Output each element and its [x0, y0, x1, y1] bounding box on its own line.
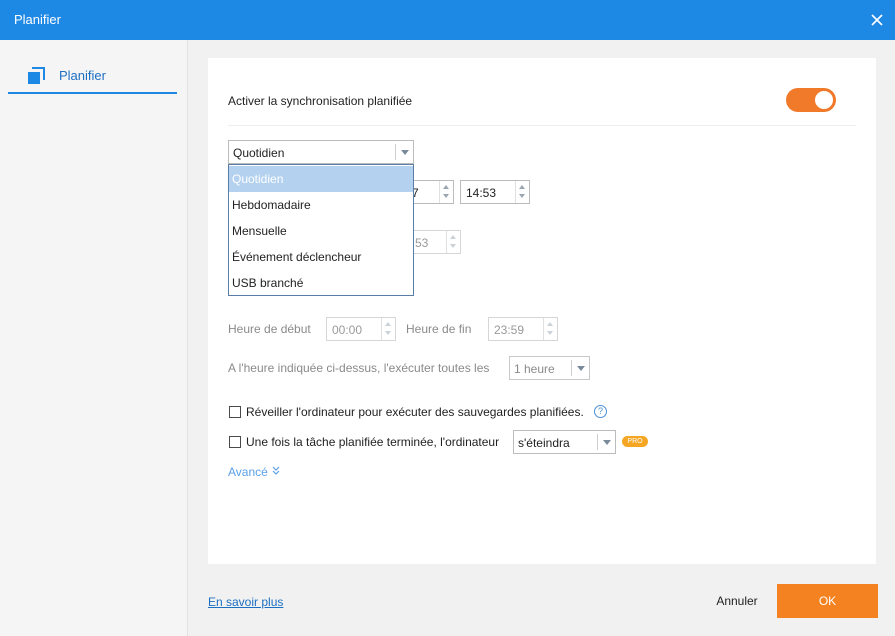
wake-computer-label: Réveiller l'ordinateur pour exécuter des… — [246, 405, 584, 419]
spinner-buttons[interactable] — [543, 318, 557, 340]
start-time-label: Heure de début — [228, 322, 311, 336]
divider — [228, 125, 856, 126]
ok-button[interactable]: OK — [777, 584, 878, 618]
wake-computer-checkbox[interactable] — [229, 406, 241, 418]
start-time-value: 00:00 — [332, 323, 363, 337]
enable-schedule-toggle[interactable] — [786, 88, 836, 112]
chevron-down-icon[interactable] — [597, 434, 615, 450]
frequency-option-quotidien[interactable]: Quotidien — [229, 166, 413, 192]
copy-icon — [26, 66, 46, 86]
advanced-link[interactable]: Avancé — [228, 465, 281, 479]
frequency-dropdown-list: Quotidien Hebdomadaire Mensuelle Événeme… — [228, 164, 414, 296]
spinner-buttons[interactable] — [381, 318, 395, 340]
frequency-option-usb[interactable]: USB branché — [229, 270, 413, 296]
frequency-value: Quotidien — [233, 146, 285, 160]
close-icon[interactable] — [867, 10, 887, 30]
after-task-select[interactable]: s'éteindra — [513, 430, 616, 454]
after-task-label: Une fois la tâche planifiée terminée, l'… — [246, 435, 500, 449]
second-time-value: 53 — [415, 236, 429, 250]
window-title: Planifier — [14, 12, 61, 27]
double-chevron-down-icon — [271, 465, 281, 479]
interval-select[interactable]: 1 heure — [509, 356, 590, 380]
start-time-spinner[interactable]: 00:00 — [326, 317, 396, 341]
spinner-buttons[interactable] — [515, 181, 529, 203]
frequency-select[interactable]: Quotidien — [228, 140, 414, 164]
title-bar: Planifier — [0, 0, 895, 40]
sidebar: Planifier — [0, 40, 188, 636]
help-icon[interactable]: ? — [594, 405, 607, 418]
frequency-option-hebdomadaire[interactable]: Hebdomadaire — [229, 192, 413, 218]
end-time-spinner[interactable]: 23:59 — [488, 317, 558, 341]
sidebar-item-label: Planifier — [59, 68, 106, 83]
end-time-label: Heure de fin — [406, 322, 472, 336]
time-value: 14:53 — [466, 186, 497, 200]
spinner-buttons[interactable] — [439, 181, 453, 203]
advanced-label: Avancé — [228, 465, 268, 479]
pro-badge: PRO — [622, 436, 648, 447]
frequency-option-evenement[interactable]: Événement déclencheur — [229, 244, 413, 270]
frequency-option-mensuelle[interactable]: Mensuelle — [229, 218, 413, 244]
schedule-panel: Activer la synchronisation planifiée — [208, 58, 876, 564]
time-spinner[interactable]: 14:53 — [460, 180, 530, 204]
chevron-down-icon[interactable] — [395, 144, 413, 160]
interval-value: 1 heure — [514, 362, 555, 376]
chevron-down-icon[interactable] — [571, 360, 589, 376]
end-time-value: 23:59 — [494, 323, 525, 337]
enable-schedule-label: Activer la synchronisation planifiée — [228, 94, 413, 108]
interval-label: A l'heure indiquée ci-dessus, l'exécuter… — [228, 361, 490, 375]
cancel-button[interactable]: Annuler — [700, 584, 774, 618]
after-task-value: s'éteindra — [518, 436, 570, 450]
sidebar-item-planifier[interactable]: Planifier — [8, 58, 177, 94]
learn-more-link[interactable]: En savoir plus — [208, 595, 283, 609]
after-task-checkbox[interactable] — [229, 436, 241, 448]
spinner-buttons[interactable] — [446, 231, 460, 253]
